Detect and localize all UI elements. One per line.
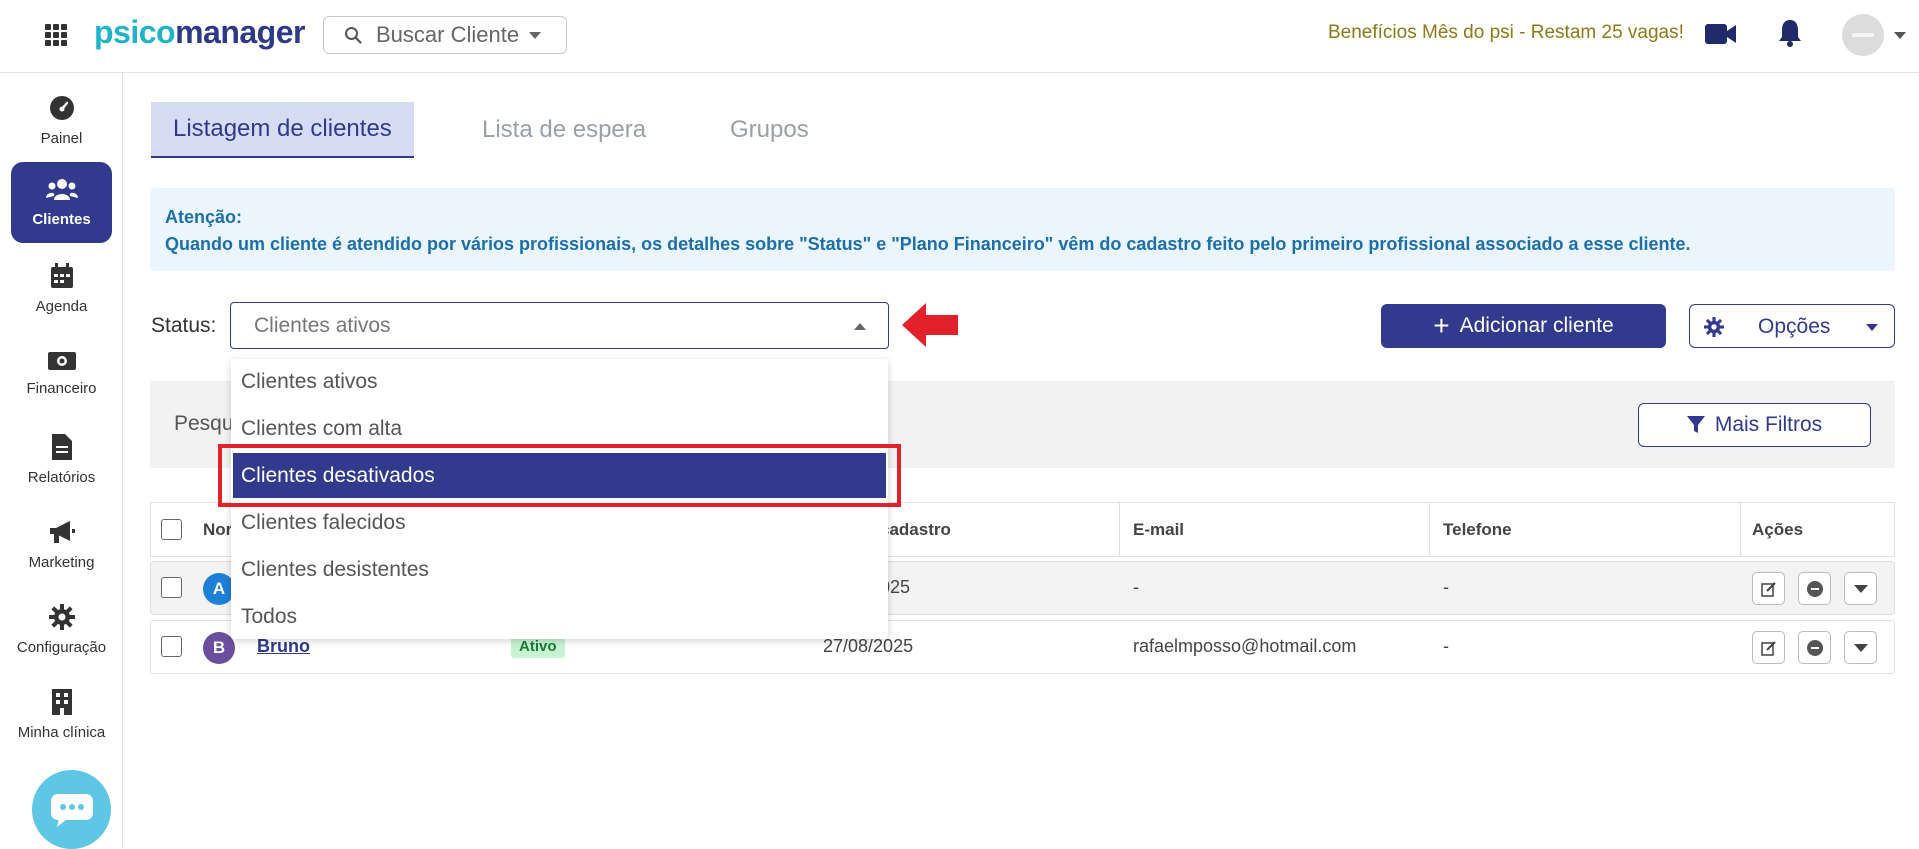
column-divider xyxy=(1119,503,1120,556)
red-arrow-icon xyxy=(902,303,958,347)
sidebar: Painel Clientes Agenda Financeiro Relató… xyxy=(0,73,123,849)
options-label: Opções xyxy=(1758,315,1831,338)
status-select[interactable]: Clientes ativos xyxy=(230,302,889,349)
highlight-annotation xyxy=(218,444,901,507)
chevron-down-icon xyxy=(529,31,542,39)
status-label: Status: xyxy=(151,314,217,337)
chevron-down-icon xyxy=(1853,643,1868,652)
option-clientes-desistentes[interactable]: Clientes desistentes xyxy=(233,547,886,592)
column-divider xyxy=(1740,503,1741,556)
sidebar-item-financeiro[interactable]: Financeiro xyxy=(11,333,112,414)
more-actions-button[interactable] xyxy=(1844,631,1877,664)
deactivate-button[interactable] xyxy=(1798,572,1831,605)
sidebar-item-label: Clientes xyxy=(32,210,91,228)
sidebar-item-label: Minha clínica xyxy=(17,723,106,741)
chat-support-button[interactable] xyxy=(32,770,111,849)
gear-icon xyxy=(48,603,75,630)
tab-lista-de-espera[interactable]: Lista de espera xyxy=(460,102,668,158)
edit-button[interactable] xyxy=(1752,572,1785,605)
edit-button[interactable] xyxy=(1752,631,1785,664)
building-icon xyxy=(51,688,72,715)
top-bar: psicomanager Buscar Cliente Benefícios M… xyxy=(0,0,1919,73)
alert-title: Atenção: xyxy=(165,207,243,227)
search-placeholder: Buscar Cliente xyxy=(376,22,520,47)
sidebar-item-clientes[interactable]: Clientes xyxy=(11,162,112,243)
sidebar-item-minha-clinica[interactable]: Minha clínica xyxy=(11,674,112,755)
chevron-down-icon xyxy=(1866,324,1878,331)
option-clientes-ativos[interactable]: Clientes ativos xyxy=(233,359,886,404)
sidebar-item-label: Configuração xyxy=(16,638,107,656)
chevron-down-icon xyxy=(1853,584,1868,593)
more-filters-button[interactable]: Mais Filtros xyxy=(1638,403,1871,447)
header-phone[interactable]: Telefone xyxy=(1443,520,1512,540)
sidebar-item-label: Agenda xyxy=(35,297,88,315)
sidebar-item-label: Marketing xyxy=(28,553,95,571)
attention-alert: Atenção: Quando um cliente é atendido po… xyxy=(150,188,1895,271)
edit-icon xyxy=(1760,640,1776,656)
email-cell: rafaelmposso@hotmail.com xyxy=(1133,636,1357,656)
logo[interactable]: psicomanager xyxy=(94,14,305,51)
gear-icon xyxy=(1704,317,1724,337)
filter-icon xyxy=(1686,416,1705,433)
row-checkbox[interactable] xyxy=(161,577,182,598)
user-avatar[interactable] xyxy=(1842,14,1884,56)
plus-icon: + xyxy=(1433,310,1450,341)
sidebar-item-marketing[interactable]: Marketing xyxy=(11,504,112,585)
chevron-down-icon[interactable] xyxy=(1894,32,1906,39)
add-client-label: Adicionar cliente xyxy=(1459,314,1614,337)
option-todos[interactable]: Todos xyxy=(233,594,886,639)
registration-date: 27/08/2025 xyxy=(823,636,914,656)
sidebar-item-painel[interactable]: Painel xyxy=(11,80,112,161)
megaphone-icon xyxy=(49,520,75,543)
header-email[interactable]: E-mail xyxy=(1133,520,1184,540)
email-cell: - xyxy=(1133,577,1139,597)
sidebar-item-relatorios[interactable]: Relatórios xyxy=(11,419,112,500)
header-registration-date[interactable]: cadastro xyxy=(880,520,951,540)
status-selected-value: Clientes ativos xyxy=(254,313,391,337)
deactivate-button[interactable] xyxy=(1798,631,1831,664)
column-divider xyxy=(1429,503,1430,556)
more-filters-label: Mais Filtros xyxy=(1714,413,1823,436)
edit-icon xyxy=(1760,581,1776,597)
phone-cell: - xyxy=(1443,636,1449,656)
logo-part-1: psico xyxy=(94,14,176,50)
video-camera-icon[interactable] xyxy=(1705,23,1737,45)
phone-cell: - xyxy=(1443,577,1449,597)
minus-circle-icon xyxy=(1806,580,1823,597)
search-label: Pesqu xyxy=(174,412,234,435)
chevron-up-icon xyxy=(854,323,866,330)
minus-circle-icon xyxy=(1806,639,1823,656)
file-icon xyxy=(51,433,72,460)
users-icon xyxy=(45,178,78,200)
client-search[interactable]: Buscar Cliente xyxy=(323,16,567,54)
options-button[interactable]: Opções xyxy=(1689,304,1895,348)
header-actions: Ações xyxy=(1752,520,1804,539)
search-icon xyxy=(345,27,362,44)
sidebar-item-agenda[interactable]: Agenda xyxy=(11,248,112,329)
calendar-icon xyxy=(50,262,73,288)
money-icon xyxy=(47,351,76,370)
header-name[interactable]: Nor xyxy=(203,520,232,540)
chat-icon xyxy=(50,793,93,827)
sidebar-item-label: Financeiro xyxy=(26,379,97,397)
promo-link[interactable]: Benefícios Mês do psi - Restam 25 vagas! xyxy=(1328,22,1684,44)
client-name-link[interactable]: Bruno xyxy=(257,636,310,657)
logo-part-2: manager xyxy=(175,14,305,50)
gauge-icon xyxy=(49,95,74,120)
tab-grupos[interactable]: Grupos xyxy=(708,102,831,158)
alert-message: Quando um cliente é atendido por vários … xyxy=(165,234,1691,254)
sidebar-item-label: Relatórios xyxy=(27,468,96,486)
row-checkbox[interactable] xyxy=(161,636,182,657)
bell-icon[interactable] xyxy=(1777,18,1803,48)
select-all-checkbox[interactable] xyxy=(161,519,182,540)
sidebar-item-configuracao[interactable]: Configuração xyxy=(11,589,112,670)
apps-grid-icon[interactable] xyxy=(45,24,67,46)
tab-listagem-de-clientes[interactable]: Listagem de clientes xyxy=(151,102,414,158)
more-actions-button[interactable] xyxy=(1844,572,1877,605)
add-client-button[interactable]: + Adicionar cliente xyxy=(1381,304,1666,348)
sidebar-item-label: Painel xyxy=(40,129,83,147)
